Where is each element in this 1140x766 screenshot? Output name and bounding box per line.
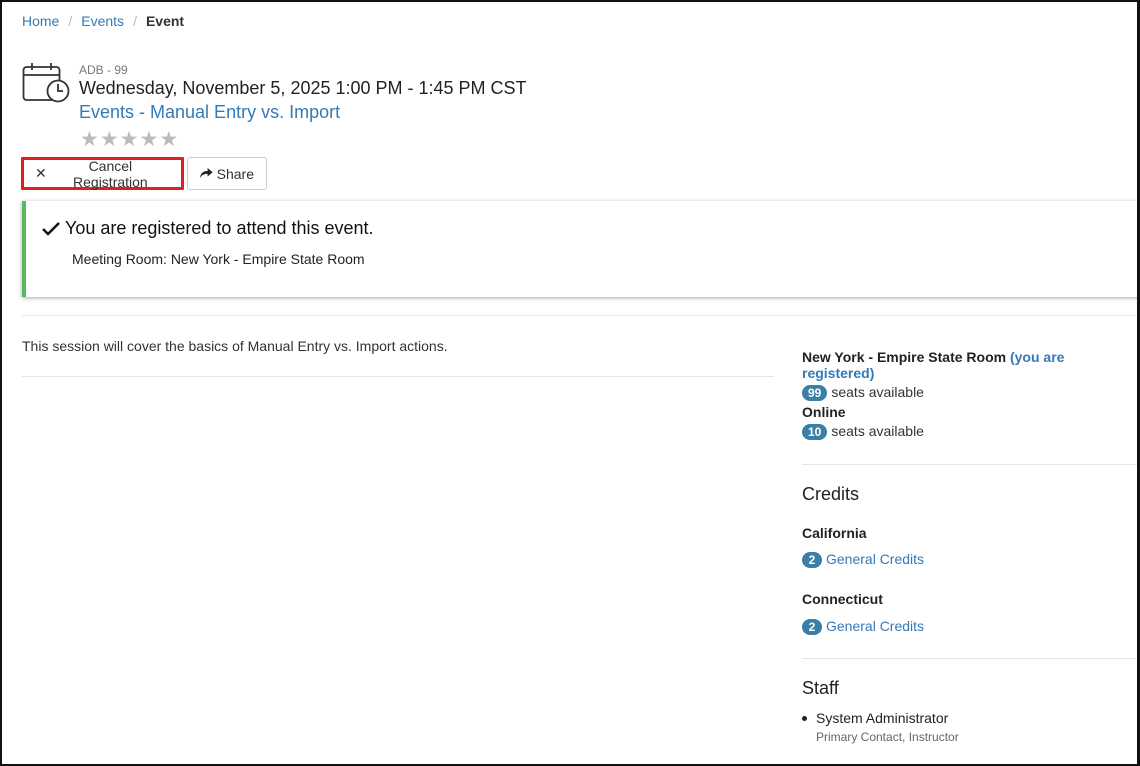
cancel-registration-label: Cancel Registration bbox=[73, 157, 148, 190]
event-code: ADB - 99 bbox=[79, 63, 128, 77]
seats-badge: 99 bbox=[802, 385, 828, 401]
calendar-clock-icon bbox=[22, 63, 70, 103]
location-item: New York - Empire State Room (you are re… bbox=[802, 349, 1137, 401]
seats-label: seats available bbox=[831, 384, 924, 400]
star-icon[interactable]: ★ bbox=[120, 128, 140, 151]
staff-name: System Administrator bbox=[816, 710, 949, 726]
location-name: Online bbox=[802, 404, 846, 420]
credit-link[interactable]: General Credits bbox=[826, 551, 924, 567]
checkmark-icon bbox=[42, 221, 60, 236]
credit-link[interactable]: General Credits bbox=[826, 618, 924, 634]
breadcrumb-separator: / bbox=[133, 13, 137, 29]
divider bbox=[802, 464, 1137, 465]
breadcrumb-current: Event bbox=[145, 13, 185, 29]
event-description: This session will cover the basics of Ma… bbox=[22, 338, 448, 354]
share-button[interactable]: Share bbox=[187, 157, 267, 190]
location-item: Online 10 seats available bbox=[802, 404, 924, 440]
alert-room: Meeting Room: New York - Empire State Ro… bbox=[72, 251, 365, 267]
divider bbox=[802, 658, 1137, 659]
cancel-registration-button[interactable]: ✕ Cancel Registration bbox=[21, 157, 184, 190]
star-icon[interactable]: ★ bbox=[159, 128, 179, 151]
event-datetime: Wednesday, November 5, 2025 1:00 PM - 1:… bbox=[79, 78, 527, 98]
star-rating[interactable]: ★★★★★ bbox=[80, 127, 179, 152]
share-icon bbox=[200, 168, 213, 179]
breadcrumb-events-link[interactable]: Events bbox=[81, 13, 124, 29]
close-icon: ✕ bbox=[35, 165, 47, 181]
staff-member: System Administrator Primary Contact, In… bbox=[802, 710, 959, 744]
share-label: Share bbox=[216, 165, 254, 182]
credit-state: California bbox=[802, 525, 867, 541]
credit-item[interactable]: 2 General Credits bbox=[802, 618, 924, 635]
star-icon[interactable]: ★ bbox=[100, 128, 120, 151]
breadcrumb-home-link[interactable]: Home bbox=[22, 13, 59, 29]
seats-label: seats available bbox=[831, 423, 924, 439]
alert-title-text: You are registered to attend this event. bbox=[65, 218, 374, 238]
staff-roles: Primary Contact, Instructor bbox=[816, 730, 959, 744]
location-name: New York - Empire State Room bbox=[802, 349, 1007, 365]
alert-title: You are registered to attend this event. bbox=[41, 218, 374, 239]
star-icon[interactable]: ★ bbox=[80, 128, 100, 151]
page-frame: Home / Events / Event ADB - 99 Wednesday… bbox=[0, 0, 1140, 766]
divider bbox=[22, 376, 774, 377]
star-icon[interactable]: ★ bbox=[139, 128, 159, 151]
breadcrumb-separator: / bbox=[68, 13, 73, 29]
credit-item[interactable]: 2 General Credits bbox=[802, 551, 924, 568]
event-title-link[interactable]: Events - Manual Entry vs. Import bbox=[79, 102, 340, 123]
bullet bbox=[802, 716, 807, 721]
seats-badge: 10 bbox=[802, 424, 828, 440]
registration-alert: You are registered to attend this event.… bbox=[22, 201, 1137, 297]
breadcrumb: Home / Events / Event bbox=[22, 13, 184, 29]
divider bbox=[22, 315, 1137, 316]
credits-heading: Credits bbox=[802, 484, 860, 504]
staff-heading: Staff bbox=[802, 678, 839, 698]
credit-count-badge: 2 bbox=[802, 552, 822, 568]
credit-count-badge: 2 bbox=[802, 619, 822, 635]
credit-state: Connecticut bbox=[802, 591, 883, 607]
